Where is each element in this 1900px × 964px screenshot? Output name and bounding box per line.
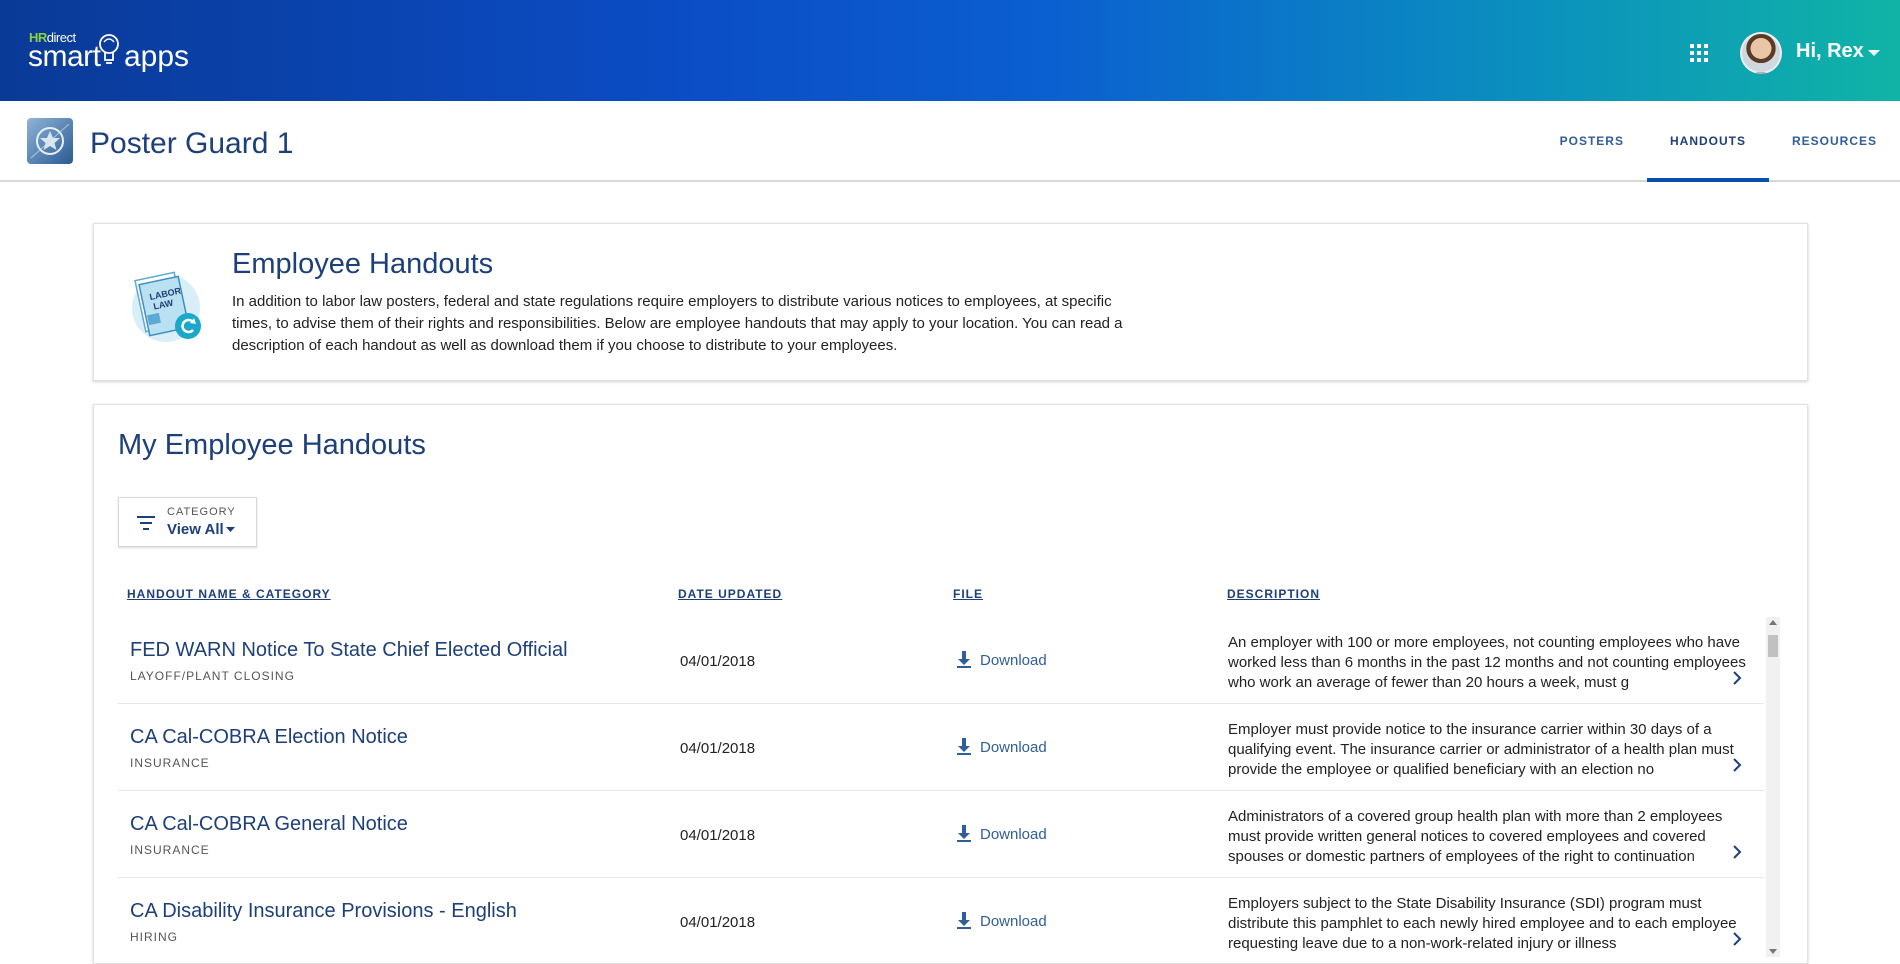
handout-category: INSURANCE [130, 843, 210, 857]
handouts-table-body: FED WARN Notice To State Chief Elected O… [118, 617, 1778, 957]
download-link[interactable]: Download [956, 738, 1047, 756]
column-header-file[interactable]: FILE [953, 587, 983, 601]
handout-date: 04/01/2018 [680, 914, 756, 931]
handout-category: INSURANCE [130, 756, 210, 770]
category-filter-value: View All [167, 521, 235, 538]
handout-date: 04/01/2018 [680, 653, 756, 670]
table-row: CA Disability Insurance Provisions - Eng… [118, 878, 1764, 957]
download-link[interactable]: Download [956, 912, 1047, 930]
avatar[interactable] [1740, 32, 1782, 74]
handout-name-link[interactable]: CA Cal-COBRA General Notice [130, 813, 408, 836]
intro-card: LABOR LAW Employee Handouts In addition … [93, 223, 1808, 381]
handout-category: HIRING [130, 930, 178, 944]
tab-posters[interactable]: POSTERS [1537, 101, 1647, 181]
handouts-title: My Employee Handouts [118, 429, 426, 461]
handout-name-link[interactable]: FED WARN Notice To State Chief Elected O… [130, 639, 568, 662]
download-label: Download [980, 738, 1047, 756]
handout-description: Employers subject to the State Disabilit… [1228, 894, 1748, 954]
download-label: Download [980, 825, 1047, 843]
table-row: CA Cal-COBRA Election Notice INSURANCE 0… [118, 704, 1764, 791]
scrollbar-thumb[interactable] [1768, 635, 1778, 657]
column-header-date[interactable]: DATE UPDATED [678, 587, 782, 601]
chevron-down-icon [225, 527, 235, 533]
chevron-right-icon[interactable] [1728, 930, 1746, 948]
hrdirect-smartapps-logo[interactable]: HRdirect smart apps [28, 26, 190, 76]
tab-handouts[interactable]: HANDOUTS [1646, 101, 1769, 182]
table-row: FED WARN Notice To State Chief Elected O… [118, 617, 1764, 704]
download-icon [957, 651, 971, 668]
my-handouts-card: My Employee Handouts CATEGORY View All H… [93, 404, 1808, 964]
apps-grid-icon[interactable] [1690, 44, 1708, 62]
handout-date: 04/01/2018 [680, 827, 756, 844]
app-nav: POSTERS HANDOUTS RESOURCES [1537, 101, 1900, 182]
user-greeting[interactable]: Hi, Rex [1796, 40, 1864, 63]
chevron-right-icon[interactable] [1728, 669, 1746, 687]
scroll-up-arrow-icon[interactable] [1769, 620, 1777, 625]
download-icon [957, 738, 971, 755]
shield-star-icon [30, 123, 70, 159]
column-header-description[interactable]: DESCRIPTION [1227, 587, 1320, 601]
app-header: Poster Guard 1 POSTERS HANDOUTS RESOURCE… [0, 101, 1900, 182]
poster-guard-app-icon [27, 118, 73, 164]
scroll-down-arrow-icon[interactable] [1769, 949, 1777, 954]
handout-description: Administrators of a covered group health… [1228, 807, 1748, 867]
intro-description: In addition to labor law posters, federa… [232, 293, 1123, 354]
handout-description: An employer with 100 or more employees, … [1228, 633, 1748, 693]
table-row: CA Cal-COBRA General Notice INSURANCE 04… [118, 791, 1764, 878]
handout-category: LAYOFF/PLANT CLOSING [130, 669, 295, 683]
download-label: Download [980, 912, 1047, 930]
handout-name-link[interactable]: CA Cal-COBRA Election Notice [130, 726, 408, 749]
handout-description: Employer must provide notice to the insu… [1228, 720, 1748, 780]
category-filter-label: CATEGORY [167, 506, 236, 518]
filter-icon [137, 516, 155, 530]
download-icon [957, 825, 971, 842]
chevron-right-icon[interactable] [1728, 843, 1746, 861]
category-filter-button[interactable]: CATEGORY View All [118, 497, 257, 547]
handout-date: 04/01/2018 [680, 740, 756, 757]
logo-apps-text: apps [124, 40, 190, 73]
chevron-right-icon[interactable] [1728, 756, 1746, 774]
table-scrollbar[interactable] [1766, 617, 1780, 957]
intro-title: Employee Handouts [232, 248, 494, 280]
user-menu-chevron-down-icon[interactable] [1868, 50, 1880, 56]
labor-law-refresh-icon: LABOR LAW [132, 271, 201, 342]
top-banner: HRdirect smart apps Hi, Rex [0, 0, 1900, 101]
download-label: Download [980, 651, 1047, 669]
app-title: Poster Guard 1 [90, 127, 294, 160]
download-icon [957, 912, 971, 929]
download-link[interactable]: Download [956, 651, 1047, 669]
download-link[interactable]: Download [956, 825, 1047, 843]
logo-smart-text: smart [28, 40, 101, 73]
lightbulb-icon [99, 34, 119, 64]
column-header-name[interactable]: HANDOUT NAME & CATEGORY [127, 587, 331, 601]
handout-name-link[interactable]: CA Disability Insurance Provisions - Eng… [130, 900, 517, 923]
tab-resources[interactable]: RESOURCES [1769, 101, 1900, 181]
